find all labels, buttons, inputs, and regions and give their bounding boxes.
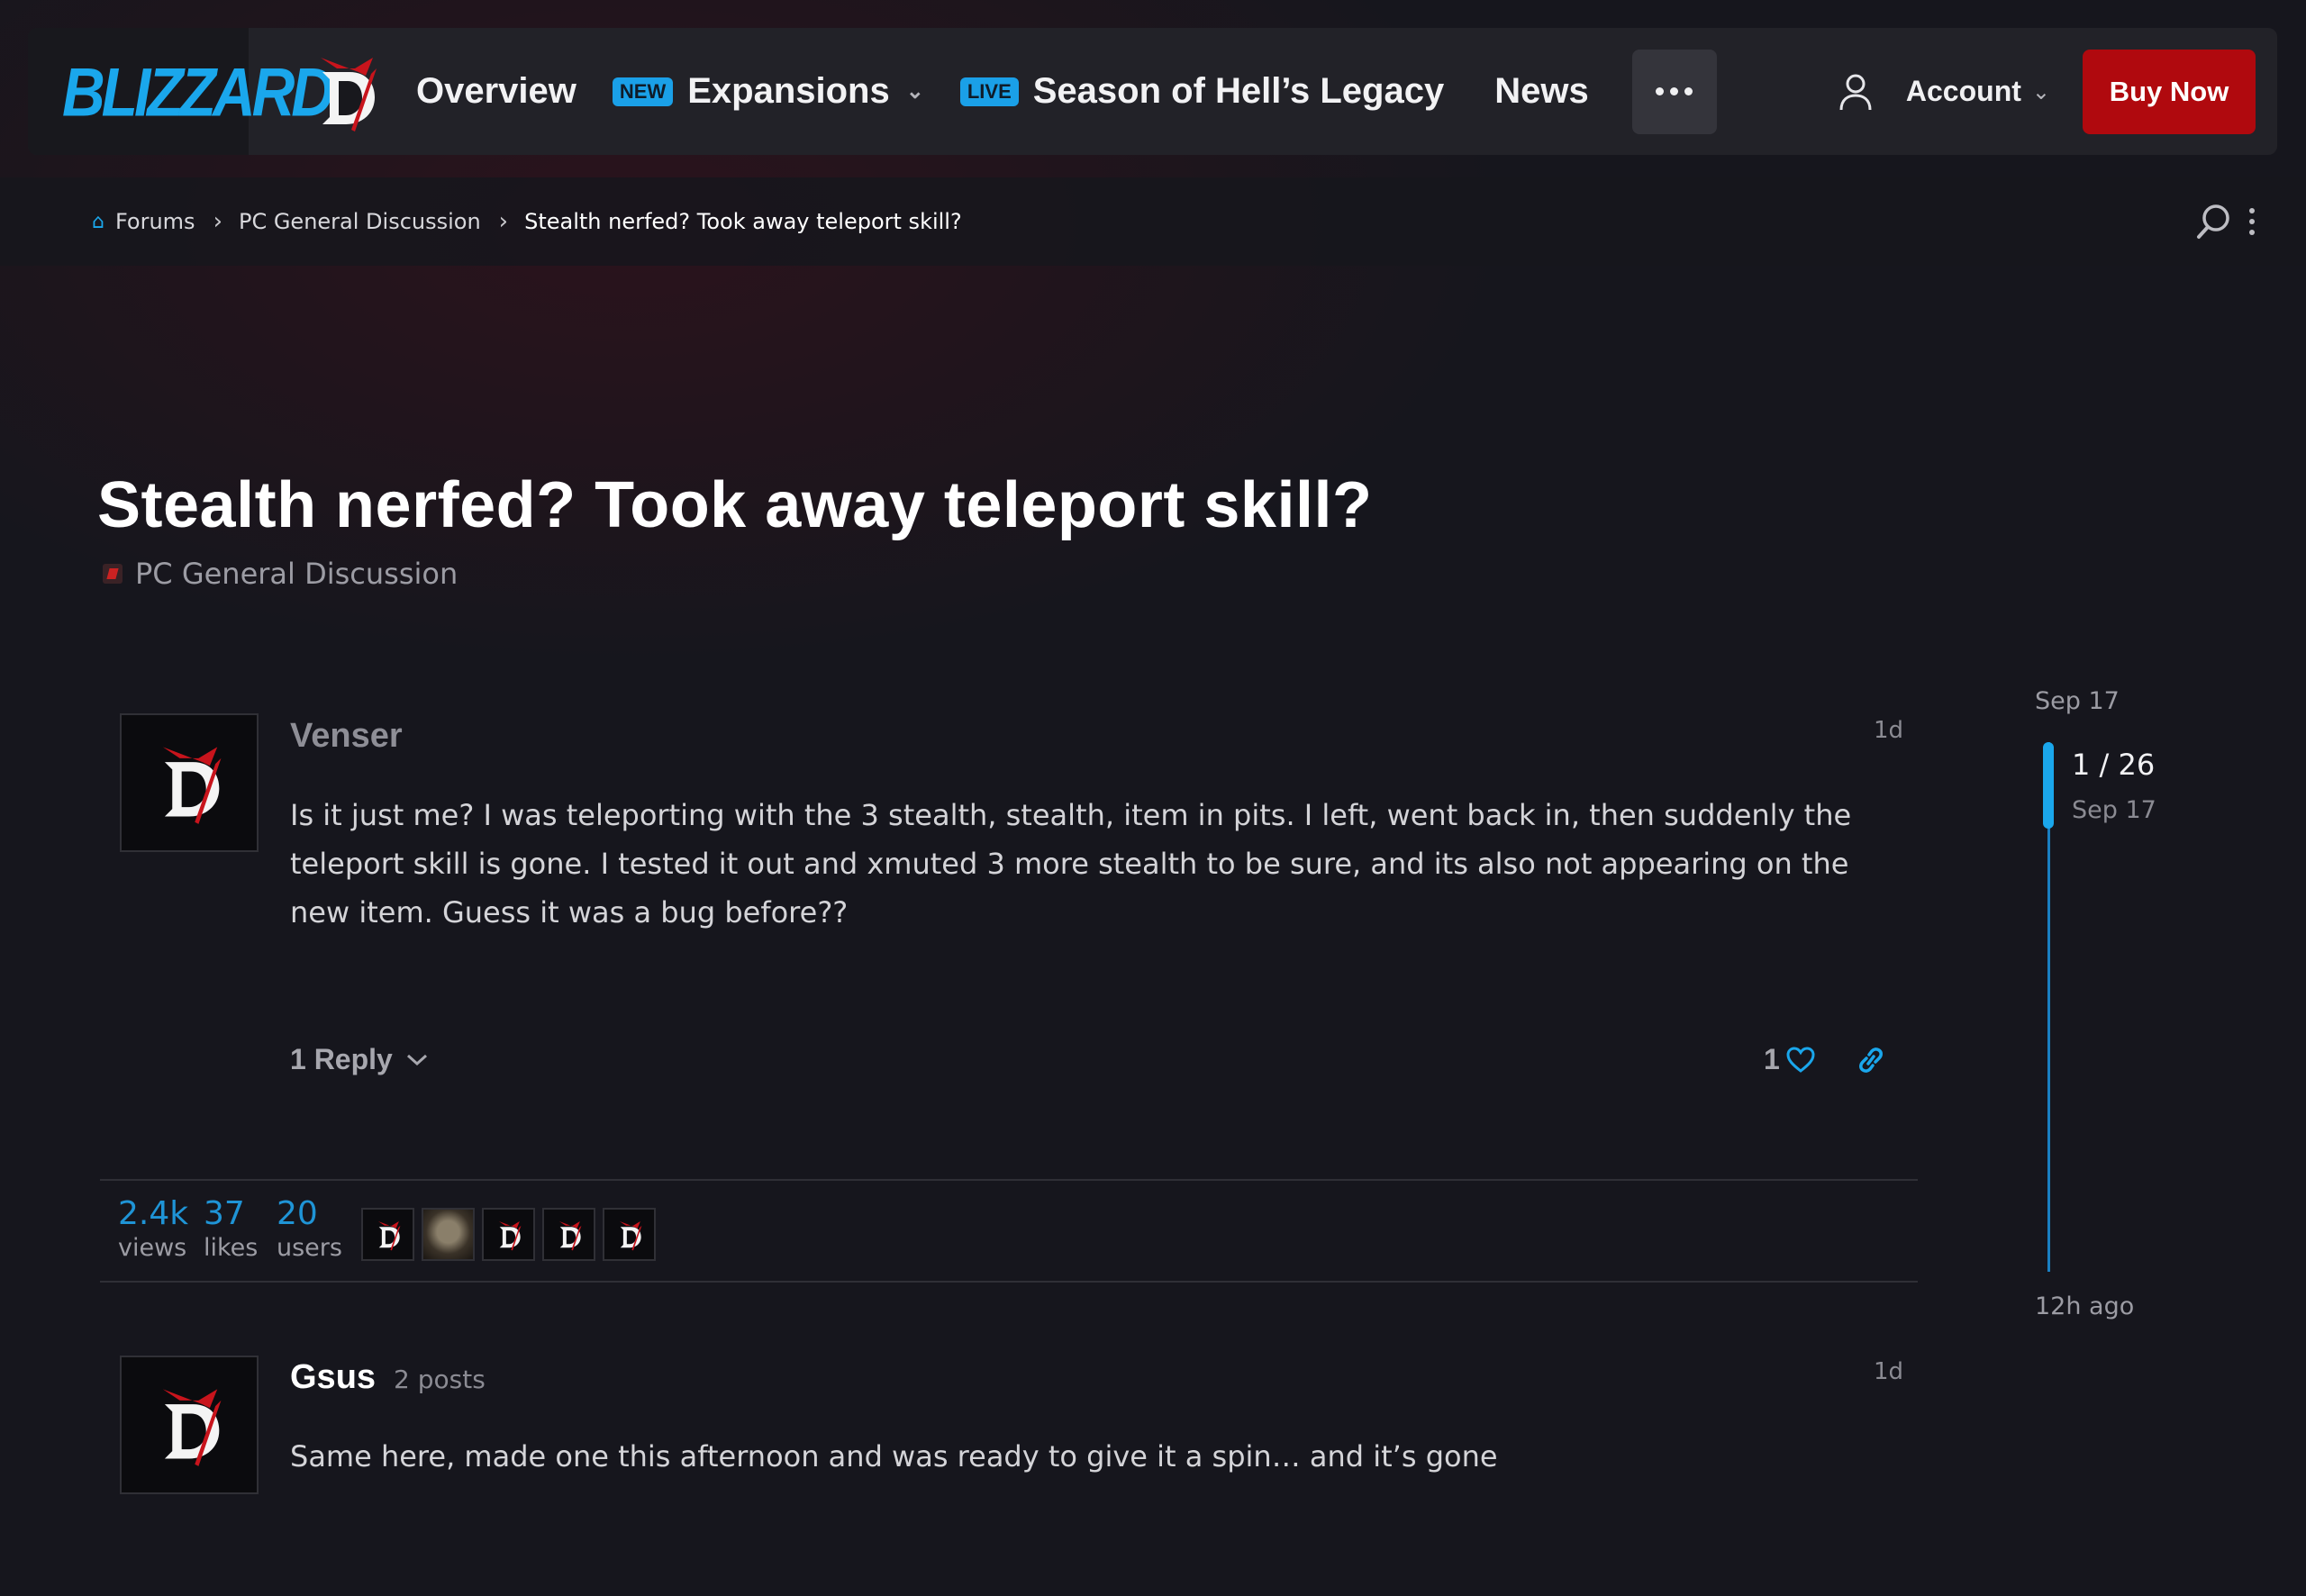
breadcrumb-category[interactable]: PC General Discussion (239, 209, 481, 234)
timeline-start-date[interactable]: Sep 17 (2035, 687, 2120, 715)
chevron-down-icon: ⌄ (905, 79, 924, 104)
diablo-d-icon (498, 1220, 521, 1250)
post-count: 2 posts (394, 1365, 486, 1394)
more-menu-button[interactable] (1631, 49, 1717, 134)
post-body: Same here, made one this afternoon and w… (290, 1439, 1498, 1474)
breadcrumb-topic: Stealth nerfed? Took away teleport skill… (524, 209, 962, 234)
views-count: 2.4k (118, 1195, 189, 1232)
diablo-logo[interactable] (303, 49, 389, 135)
user-icon (1839, 74, 1872, 110)
category-icon (103, 564, 123, 584)
diablo-d-icon (377, 1220, 400, 1250)
live-badge: LIVE (959, 77, 1019, 106)
nav-season-label: Season of Hell’s Legacy (1032, 71, 1445, 111)
top-navigation: BLIZZARD ⌄ Overview NEW Expansions ⌄ LIV… (28, 28, 2277, 155)
dot (1656, 87, 1665, 95)
nav-expansions[interactable]: NEW Expansions ⌄ (612, 71, 924, 112)
views-label: views (118, 1234, 187, 1262)
post-author-row: Gsus 2 posts (290, 1358, 486, 1397)
users-stat: 20 users (277, 1195, 342, 1262)
account-menu[interactable]: Account ⌄ Buy Now (1838, 49, 2277, 134)
heart-icon (1786, 1046, 1815, 1073)
participant-avatar[interactable] (482, 1208, 535, 1261)
nav-news-label: News (1494, 71, 1589, 111)
dot (1684, 87, 1693, 95)
buy-now-button[interactable]: Buy Now (2083, 49, 2256, 134)
avatar[interactable] (120, 713, 259, 852)
likes-stat: 37 likes (204, 1195, 258, 1262)
blizzard-logo: BLIZZARD (62, 52, 334, 131)
page-title: Stealth nerfed? Took away teleport skill… (97, 469, 1373, 541)
replies-label: 1 Reply (290, 1043, 393, 1075)
search-icon[interactable] (2194, 202, 2234, 241)
topic-stats: 2.4k views 37 likes 20 users (100, 1179, 1918, 1283)
diablo-d-icon (162, 747, 222, 824)
likes-count: 37 (204, 1195, 245, 1232)
kebab-menu-icon[interactable] (2247, 207, 2257, 236)
dot (1670, 87, 1679, 95)
nav-expansions-label: Expansions (687, 71, 890, 111)
diablo-d-icon (321, 57, 377, 131)
nav-season[interactable]: LIVE Season of Hell’s Legacy (959, 71, 1445, 112)
chevron-right-icon: › (498, 208, 509, 235)
like-button[interactable]: 1 (1764, 1043, 1816, 1076)
category-label: PC General Discussion (135, 557, 458, 591)
post-body: Is it just me? I was teleporting with th… (290, 798, 1852, 929)
users-label: users (277, 1234, 342, 1262)
chevron-down-icon: ⌄ (2031, 78, 2050, 104)
diablo-d-icon (619, 1220, 641, 1250)
breadcrumb-forums[interactable]: Forums (115, 209, 195, 234)
views-stat: 2.4k views (118, 1195, 188, 1262)
blizzard-menu[interactable]: BLIZZARD ⌄ (28, 28, 363, 155)
participant-avatar[interactable] (361, 1208, 414, 1261)
breadcrumb: ⌂ Forums › PC General Discussion › Steal… (0, 177, 2306, 266)
users-count: 20 (277, 1195, 318, 1232)
participant-avatar[interactable] (542, 1208, 595, 1261)
chevron-down-icon (406, 1054, 427, 1066)
diablo-d-icon (162, 1389, 222, 1466)
avatar[interactable] (120, 1356, 259, 1494)
participant-avatar[interactable] (603, 1208, 656, 1261)
replies-toggle-button[interactable]: 1 Reply (290, 1043, 429, 1076)
likes-label: likes (204, 1234, 259, 1262)
account-label: Account (1905, 75, 2021, 107)
timeline-position-date: Sep 17 (2072, 796, 2156, 824)
post-age[interactable]: 1d (1874, 1358, 1903, 1385)
chevron-right-icon: › (213, 208, 222, 235)
nav-overview[interactable]: Overview (416, 71, 576, 112)
timeline-handle[interactable] (2043, 742, 2054, 829)
post-author[interactable]: Venser (290, 717, 403, 756)
nav-news[interactable]: News (1494, 71, 1589, 112)
new-badge: NEW (612, 77, 674, 106)
post-age[interactable]: 1d (1874, 717, 1903, 744)
link-icon[interactable] (1856, 1047, 1886, 1074)
post-author[interactable]: Gsus (290, 1358, 376, 1397)
topic-category[interactable]: PC General Discussion (103, 557, 458, 591)
timeline-position: 1 / 26 (2072, 748, 2156, 782)
home-icon[interactable]: ⌂ (92, 211, 104, 233)
participant-avatar[interactable] (422, 1208, 475, 1261)
like-count: 1 (1764, 1043, 1780, 1075)
nav-overview-label: Overview (416, 71, 576, 111)
timeline-end-date[interactable]: 12h ago (2035, 1292, 2134, 1320)
diablo-d-icon (558, 1220, 581, 1250)
